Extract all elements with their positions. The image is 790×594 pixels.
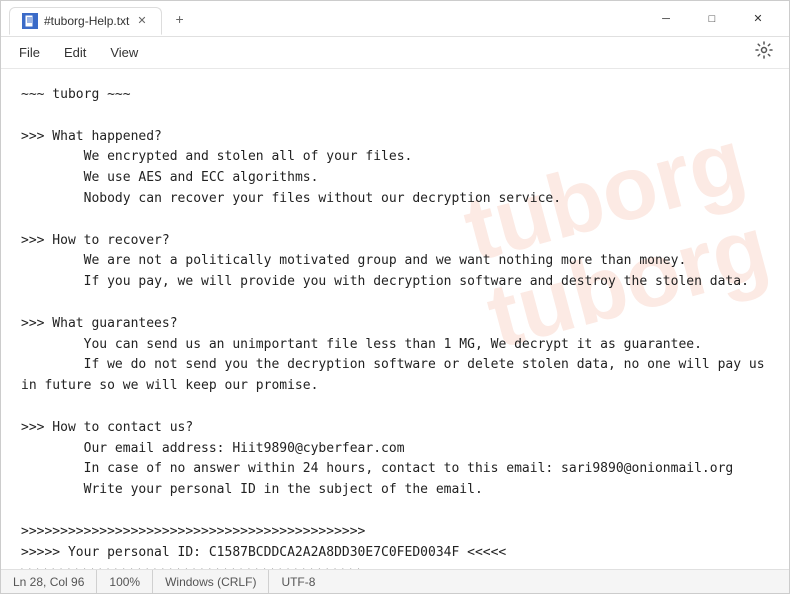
menu-bar: File Edit View: [1, 37, 789, 69]
zoom-level[interactable]: 100%: [97, 570, 153, 593]
active-tab[interactable]: #tuborg-Help.txt ✕: [9, 7, 162, 35]
new-tab-button[interactable]: +: [168, 7, 192, 31]
zoom-text: 100%: [109, 575, 140, 589]
status-bar: Ln 28, Col 96 100% Windows (CRLF) UTF-8: [1, 569, 789, 593]
encoding[interactable]: UTF-8: [269, 570, 327, 593]
encoding-text: UTF-8: [281, 575, 315, 589]
close-button[interactable]: ✕: [735, 3, 781, 35]
menu-edit[interactable]: Edit: [54, 41, 96, 64]
tab-close-button[interactable]: ✕: [135, 14, 148, 27]
maximize-button[interactable]: □: [689, 3, 735, 35]
file-icon: [22, 13, 38, 29]
cursor-position-text: Ln 28, Col 96: [13, 575, 84, 589]
file-content: ~~~ tuborg ~~~ >>> What happened? We enc…: [21, 85, 769, 569]
cursor-position: Ln 28, Col 96: [9, 570, 97, 593]
title-bar-controls: ─ □ ✕: [643, 3, 781, 35]
text-body: ~~~ tuborg ~~~ >>> What happened? We enc…: [21, 85, 769, 569]
tab-title: #tuborg-Help.txt: [44, 14, 129, 28]
settings-icon[interactable]: [747, 37, 781, 68]
minimize-button[interactable]: ─: [643, 3, 689, 35]
menu-file[interactable]: File: [9, 41, 50, 64]
title-bar: #tuborg-Help.txt ✕ + ─ □ ✕: [1, 1, 789, 37]
line-ending[interactable]: Windows (CRLF): [153, 570, 269, 593]
line-ending-text: Windows (CRLF): [165, 575, 256, 589]
title-bar-left: #tuborg-Help.txt ✕ +: [9, 3, 643, 35]
text-content-area[interactable]: tuborgtuborg ~~~ tuborg ~~~ >>> What hap…: [1, 69, 789, 569]
main-window: #tuborg-Help.txt ✕ + ─ □ ✕ File Edit Vie…: [0, 0, 790, 594]
menu-view[interactable]: View: [100, 41, 148, 64]
